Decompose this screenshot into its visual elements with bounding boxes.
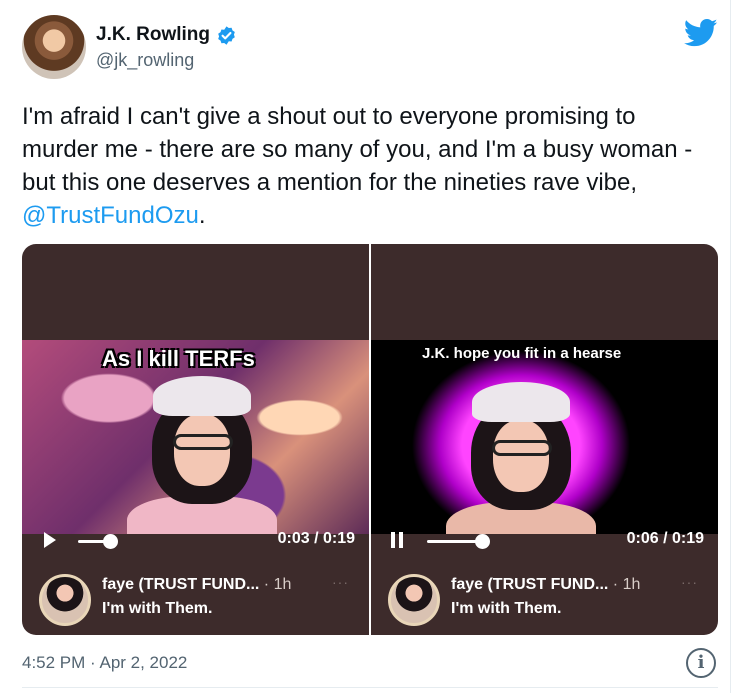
video-controls: 0:06 / 0:19: [371, 508, 718, 568]
author-name-text[interactable]: J.K. Rowling: [96, 24, 210, 46]
account-name-text[interactable]: faye (TRUST FUND...: [102, 576, 259, 593]
more-options-icon[interactable]: ···: [332, 574, 349, 590]
author-avatar[interactable]: [22, 15, 86, 79]
account-name-text[interactable]: faye (TRUST FUND...: [451, 576, 608, 593]
info-icon[interactable]: i: [686, 648, 716, 678]
account-name[interactable]: faye (TRUST FUND... · 1h: [102, 576, 291, 594]
video-controls: 0:03 / 0:19: [22, 508, 369, 568]
account-age: · 1h: [608, 576, 641, 593]
video-card[interactable]: J.K. hope you fit in a hearse 0:06 / 0:1…: [371, 244, 718, 635]
twitter-bird-icon[interactable]: [684, 18, 718, 48]
tweet-text-end: .: [198, 202, 206, 229]
video-frame[interactable]: [371, 340, 718, 534]
tweet-text-body: I'm afraid I can't give a shout out to e…: [22, 103, 693, 196]
tweet-card: J.K. Rowling @jk_rowling I'm afraid I ca…: [0, 0, 731, 693]
progress-handle[interactable]: [103, 534, 118, 549]
progress-bar[interactable]: [427, 540, 481, 543]
video-overlay-caption: As I kill TERFs: [102, 346, 255, 371]
video-card[interactable]: As I kill TERFs 0:03 / 0:19 faye (TRUST …: [22, 244, 369, 635]
account-age: · 1h: [259, 576, 292, 593]
account-name[interactable]: faye (TRUST FUND... · 1h: [451, 576, 640, 594]
video-time: 0:06 / 0:19: [626, 530, 704, 547]
tweet-timestamp[interactable]: 4:52 PM · Apr 2, 2022: [22, 653, 187, 673]
mention-link[interactable]: @TrustFundOzu: [22, 202, 199, 229]
tweet-text: I'm afraid I can't give a shout out to e…: [22, 100, 712, 232]
video-account-info[interactable]: faye (TRUST FUND... · 1h ··· I'm with Th…: [22, 568, 369, 635]
more-options-icon[interactable]: ···: [681, 574, 698, 590]
video-time: 0:03 / 0:19: [277, 530, 355, 547]
video-subject: [127, 376, 277, 534]
author-handle[interactable]: @jk_rowling: [96, 50, 237, 71]
account-avatar[interactable]: [388, 574, 440, 626]
author-display-name[interactable]: J.K. Rowling: [96, 24, 237, 46]
pause-icon[interactable]: [391, 532, 403, 548]
video-overlay-caption: J.K. hope you fit in a hearse: [422, 345, 622, 362]
account-avatar[interactable]: [39, 574, 91, 626]
progress-handle[interactable]: [475, 534, 490, 549]
video-caption: I'm with Them.: [102, 600, 213, 617]
author-info[interactable]: J.K. Rowling @jk_rowling: [96, 24, 237, 71]
divider: [22, 687, 718, 688]
video-account-info[interactable]: faye (TRUST FUND... · 1h ··· I'm with Th…: [371, 568, 718, 635]
video-caption: I'm with Them.: [451, 600, 562, 617]
verified-badge-icon: [218, 25, 235, 45]
media-grid: As I kill TERFs 0:03 / 0:19 faye (TRUST …: [22, 244, 718, 635]
play-icon[interactable]: [44, 532, 56, 548]
